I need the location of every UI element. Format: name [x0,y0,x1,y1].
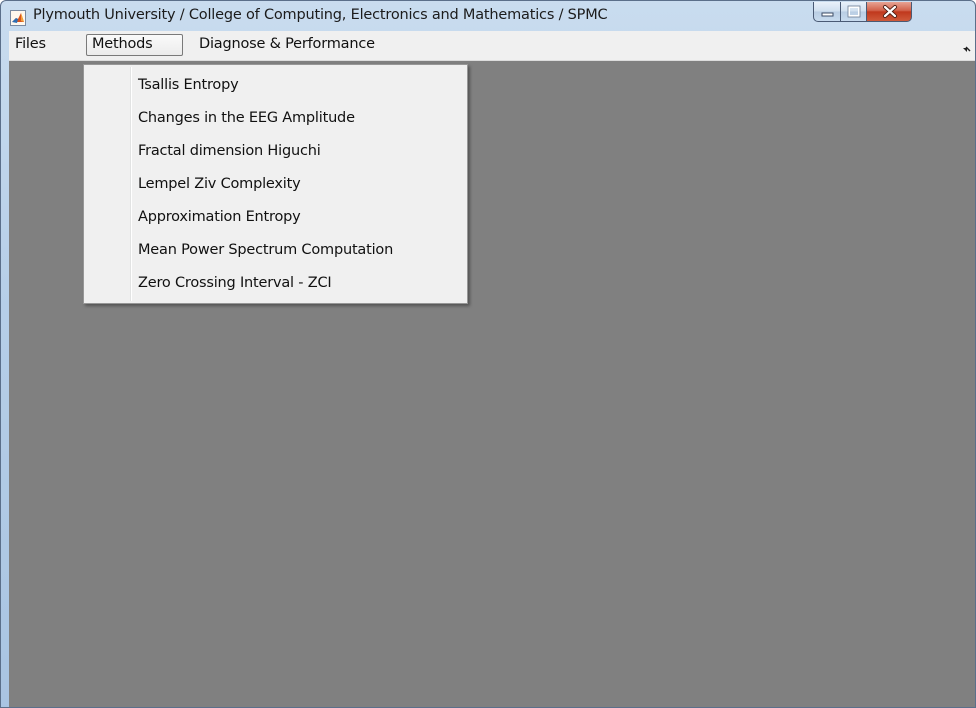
title-bar[interactable]: Plymouth University / College of Computi… [1,1,975,31]
app-window: Plymouth University / College of Computi… [0,0,976,708]
menu-item-fractal-higuchi[interactable]: Fractal dimension Higuchi [138,136,321,166]
menu-item-zero-crossing-interval[interactable]: Zero Crossing Interval - ZCI [138,268,332,298]
figure-area: Files Methods Diagnose & Performance Tsa… [9,31,975,707]
methods-dropdown-menu: Tsallis Entropy Changes in the EEG Ampli… [83,64,468,304]
minimize-button[interactable] [813,2,841,22]
maximize-icon [847,5,861,18]
menu-files[interactable]: Files [9,34,52,56]
menu-diagnose-performance[interactable]: Diagnose & Performance [193,34,381,56]
maximize-button[interactable] [840,2,867,22]
minimize-icon [821,12,834,17]
menu-item-mean-power-spectrum[interactable]: Mean Power Spectrum Computation [138,235,393,265]
menu-item-tsallis-entropy[interactable]: Tsallis Entropy [138,70,239,100]
menu-item-eeg-amplitude[interactable]: Changes in the EEG Amplitude [138,103,355,133]
menu-methods[interactable]: Methods [86,34,183,56]
close-icon [883,5,897,18]
menu-item-approximation-entropy[interactable]: Approximation Entropy [138,202,301,232]
menu-gutter [130,67,132,301]
matlab-icon [10,10,26,26]
window-title: Plymouth University / College of Computi… [33,7,608,23]
close-button[interactable] [866,2,912,22]
toolbar-arrow-icon[interactable] [962,40,972,52]
menu-bar: Files Methods Diagnose & Performance [9,31,975,61]
menu-item-lempel-ziv[interactable]: Lempel Ziv Complexity [138,169,301,199]
